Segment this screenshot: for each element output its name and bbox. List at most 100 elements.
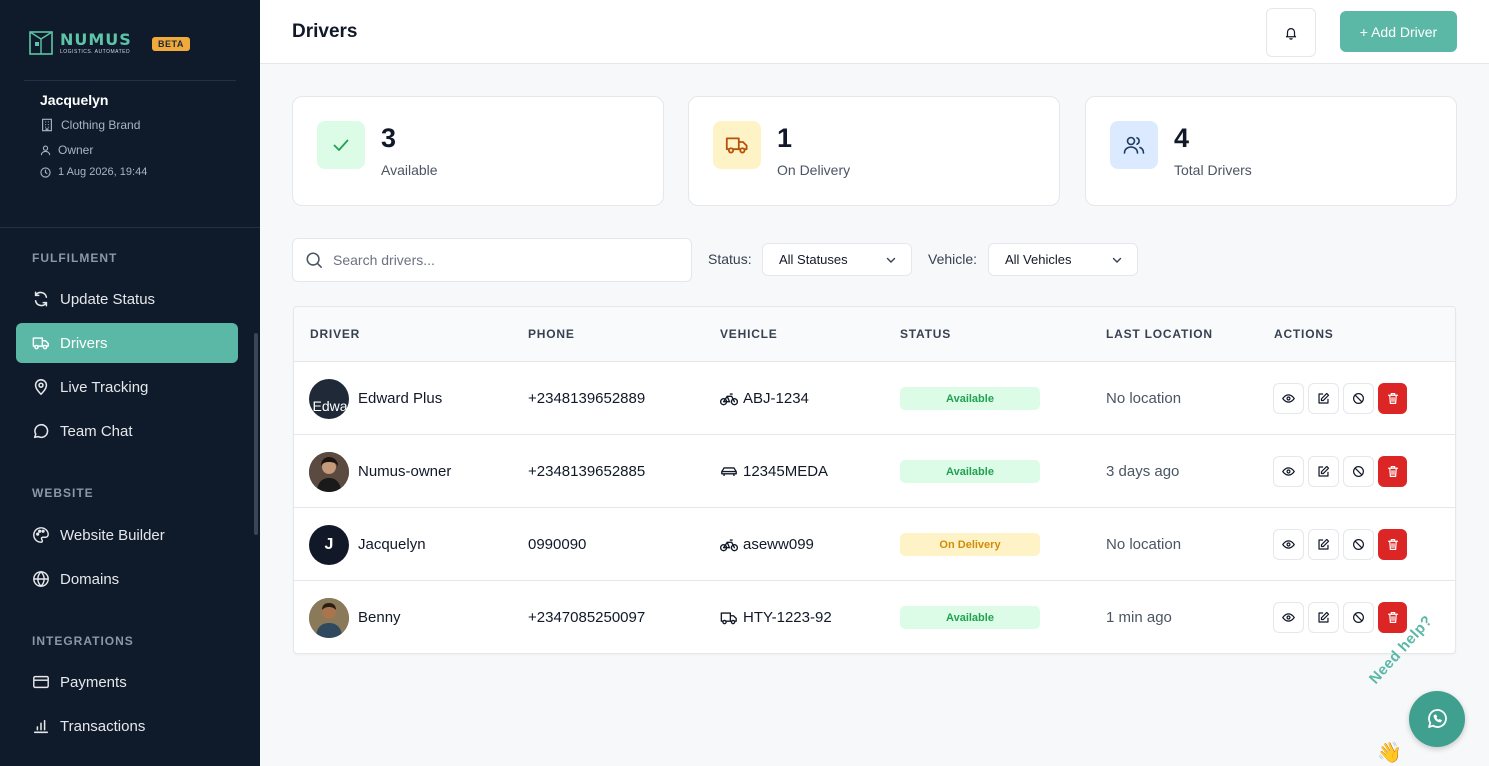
driver-name: Numus-owner	[358, 463, 452, 480]
table-row: Benny +2347085250097 HTY-1223-92 Availab…	[294, 581, 1455, 653]
edit-icon	[1318, 392, 1330, 404]
eye-icon	[1282, 394, 1295, 403]
delete-button[interactable]	[1378, 602, 1407, 633]
avatar: Edwa	[309, 379, 349, 419]
status-badge: Available	[900, 460, 1040, 483]
notifications-button[interactable]	[1266, 8, 1316, 57]
driver-vehicle: ABJ-1234	[720, 390, 809, 407]
sidebar-item-domains[interactable]: Domains	[16, 559, 238, 599]
column-header-vehicle: VEHICLE	[720, 327, 778, 341]
sidebar-item-drivers[interactable]: Drivers	[16, 323, 238, 363]
disable-button[interactable]	[1343, 602, 1374, 633]
avatar	[309, 598, 349, 638]
truck-icon	[32, 337, 49, 350]
bicycle-icon	[720, 392, 738, 405]
stat-icon-container	[713, 121, 761, 169]
sidebar-divider	[0, 227, 260, 228]
disable-button[interactable]	[1343, 529, 1374, 560]
page-title: Drivers	[292, 21, 358, 42]
stat-card-available: 3 Available	[292, 96, 664, 206]
refresh-icon	[34, 291, 48, 307]
whatsapp-help-button[interactable]	[1409, 691, 1465, 747]
stat-icon-container	[317, 121, 365, 169]
trash-icon	[1387, 539, 1398, 550]
brand-name: NUMUS	[60, 29, 132, 49]
row-actions	[1273, 456, 1411, 487]
search-icon	[306, 252, 322, 268]
delete-button[interactable]	[1378, 529, 1407, 560]
eye-icon	[1282, 540, 1295, 549]
edit-button[interactable]	[1308, 456, 1339, 487]
chevron-down-icon	[886, 257, 896, 263]
edit-icon	[1318, 465, 1330, 477]
disable-button[interactable]	[1343, 383, 1374, 414]
user-name: Jacquelyn	[40, 92, 109, 108]
edit-button[interactable]	[1308, 529, 1339, 560]
delete-button[interactable]	[1378, 383, 1407, 414]
status-badge: Available	[900, 387, 1040, 410]
trash-icon	[1387, 393, 1398, 404]
stat-card-total-drivers: 4 Total Drivers	[1085, 96, 1457, 206]
stat-card-on-delivery: 1 On Delivery	[688, 96, 1060, 206]
status-select[interactable]: All Statuses	[762, 243, 912, 276]
table-header: DRIVER PHONE VEHICLE STATUS LAST LOCATIO…	[294, 307, 1455, 362]
section-label-fulfilment: FULFILMENT	[32, 251, 118, 265]
bell-icon	[1285, 27, 1297, 40]
sidebar-item-payments[interactable]: Payments	[16, 662, 238, 702]
truck-icon	[725, 137, 748, 154]
add-driver-button[interactable]: + Add Driver	[1340, 11, 1457, 52]
users-icon	[1123, 136, 1145, 154]
building-icon	[42, 118, 52, 132]
driver-name: Benny	[358, 609, 401, 626]
sidebar-scrollbar[interactable]	[254, 333, 258, 535]
view-button[interactable]	[1273, 456, 1304, 487]
driver-name: Edward Plus	[358, 390, 443, 407]
sidebar: NUMUS LOGISTICS. AUTOMATED BETA Jacquely…	[0, 0, 260, 766]
user-brand: Clothing Brand	[40, 118, 140, 132]
search-input[interactable]	[333, 252, 673, 268]
trash-icon	[1387, 466, 1398, 477]
view-button[interactable]	[1273, 383, 1304, 414]
top-header: Drivers + Add Driver	[260, 0, 1489, 64]
driver-name: Jacquelyn	[358, 536, 426, 553]
row-actions	[1273, 383, 1411, 414]
search-box[interactable]	[292, 238, 692, 282]
driver-last-location: No location	[1106, 536, 1182, 553]
ban-icon	[1353, 539, 1364, 550]
chevron-down-icon	[1112, 257, 1122, 263]
section-label-website: WEBSITE	[32, 486, 94, 500]
ban-icon	[1353, 612, 1364, 623]
edit-icon	[1318, 611, 1330, 623]
driver-phone: 0990090	[528, 536, 587, 553]
column-header-phone: PHONE	[528, 327, 575, 341]
delete-button[interactable]	[1378, 456, 1407, 487]
view-button[interactable]	[1273, 602, 1304, 633]
eye-icon	[1282, 467, 1295, 476]
sidebar-item-live-tracking[interactable]: Live Tracking	[16, 367, 238, 407]
section-label-integrations: INTEGRATIONS	[32, 634, 134, 648]
edit-button[interactable]	[1308, 602, 1339, 633]
edit-button[interactable]	[1308, 383, 1339, 414]
disable-button[interactable]	[1343, 456, 1374, 487]
person-icon	[40, 145, 51, 155]
stat-label: On Delivery	[777, 162, 851, 178]
status-badge: On Delivery	[900, 533, 1040, 556]
whatsapp-icon	[1428, 709, 1447, 728]
vehicle-select[interactable]: All Vehicles	[988, 243, 1138, 276]
status-filter-label: Status:	[708, 251, 752, 267]
stat-value: 3	[381, 123, 397, 153]
brand-logo[interactable]: NUMUS LOGISTICS. AUTOMATED	[28, 30, 132, 56]
avatar	[309, 452, 349, 492]
sidebar-item-team-chat[interactable]: Team Chat	[16, 411, 238, 451]
sidebar-item-transactions[interactable]: Transactions	[16, 706, 238, 746]
driver-vehicle: HTY-1223-92	[720, 609, 832, 626]
bicycle-icon	[720, 538, 738, 551]
clock-icon	[40, 166, 51, 178]
sidebar-item-update-status[interactable]: Update Status	[16, 279, 238, 319]
sidebar-item-website-builder[interactable]: Website Builder	[16, 515, 238, 555]
column-header-last-location: LAST LOCATION	[1106, 327, 1213, 341]
table-row: Numus-owner +2348139652885 12345MEDA Ava…	[294, 435, 1455, 508]
view-button[interactable]	[1273, 529, 1304, 560]
driver-last-location: 1 min ago	[1106, 609, 1172, 626]
check-icon	[333, 139, 349, 151]
